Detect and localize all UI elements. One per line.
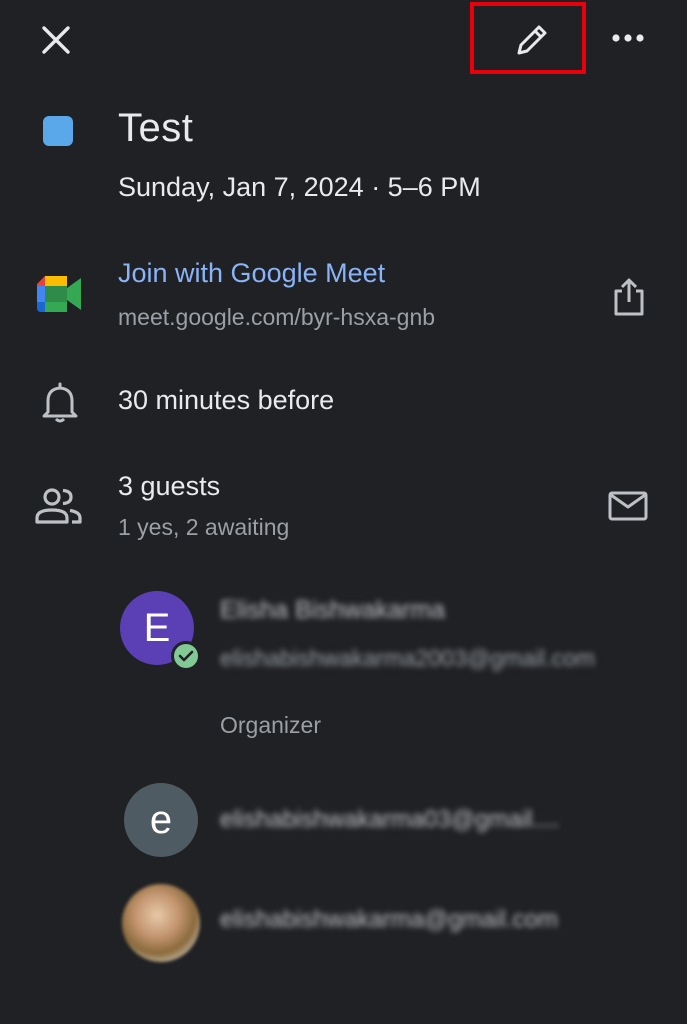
bell-icon	[38, 380, 82, 424]
email-guests-button[interactable]	[604, 484, 652, 528]
more-options-button[interactable]	[600, 10, 656, 66]
guests-summary: 1 yes, 2 awaiting	[118, 514, 290, 540]
guest-email: elishabishwakarma@gmail.com	[220, 906, 558, 933]
guest-role: Organizer	[220, 712, 321, 738]
event-title: Test	[118, 106, 194, 150]
guests-count: 3 guests	[118, 471, 221, 501]
edit-button[interactable]	[502, 10, 562, 70]
join-meet-link[interactable]: Join with Google Meet	[118, 258, 385, 289]
google-meet-icon	[37, 276, 81, 312]
event-color-swatch	[43, 116, 73, 146]
share-button[interactable]	[604, 270, 654, 324]
close-icon	[42, 26, 70, 54]
avatar-photo[interactable]	[122, 884, 200, 962]
close-button[interactable]	[28, 12, 84, 68]
share-icon	[614, 278, 644, 316]
meet-url: meet.google.com/byr-hsxa-gnb	[118, 304, 436, 330]
accepted-badge	[171, 641, 201, 671]
check-icon	[178, 650, 194, 662]
avatar[interactable]: e	[124, 783, 198, 857]
guest-email: elishabishwakarma03@gmail....	[220, 806, 560, 833]
more-horizontal-icon	[612, 34, 644, 42]
avatar-initial: e	[149, 797, 173, 842]
guest-name: Elisha Bishwakarma	[220, 596, 446, 624]
pencil-icon	[517, 25, 547, 55]
people-icon	[34, 486, 84, 526]
guest-email: elishabishwakarma2003@gmail.com	[220, 645, 595, 671]
event-datetime: Sunday, Jan 7, 2024 · 5–6 PM	[118, 172, 481, 202]
avatar-initial: E	[143, 605, 171, 650]
mail-icon	[608, 491, 648, 521]
notification-text[interactable]: 30 minutes before	[118, 385, 334, 416]
